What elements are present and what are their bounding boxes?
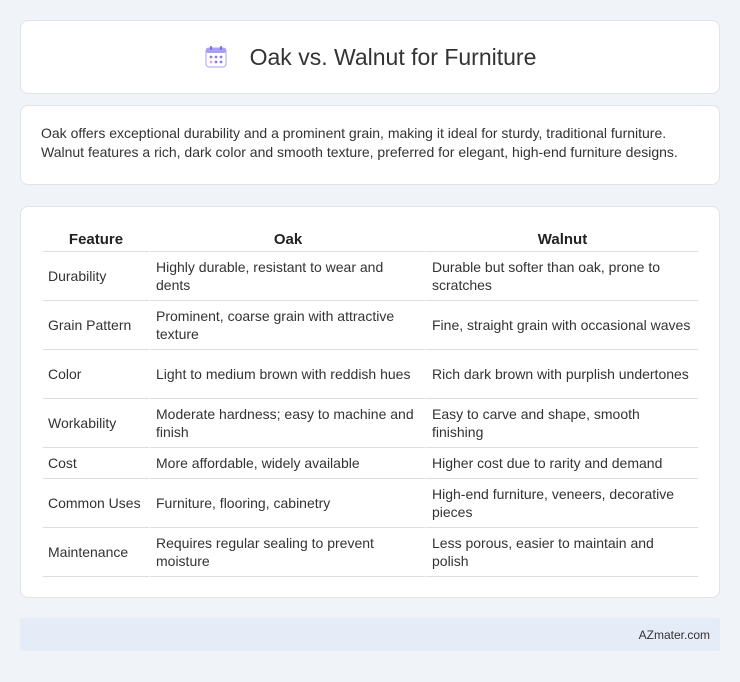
table-row: Grain Pattern Prominent, coarse grain wi… — [43, 301, 698, 350]
oak-cell: Moderate hardness; easy to machine and f… — [149, 399, 425, 448]
footer-site-link[interactable]: AZmater.com — [639, 628, 710, 642]
header-oak: Oak — [149, 227, 425, 252]
table-row: Cost More affordable, widely available H… — [43, 448, 698, 479]
feature-cell: Maintenance — [43, 528, 149, 577]
oak-cell: More affordable, widely available — [149, 448, 425, 479]
oak-cell: Highly durable, resistant to wear and de… — [149, 252, 425, 301]
feature-cell: Grain Pattern — [43, 301, 149, 350]
page-title: Oak vs. Walnut for Furniture — [249, 43, 537, 70]
comparison-card: Feature Oak Walnut Durability Highly dur… — [20, 206, 720, 598]
feature-cell: Common Uses — [43, 479, 149, 528]
header-feature: Feature — [43, 227, 149, 252]
table-header-row: Feature Oak Walnut — [43, 227, 698, 252]
oak-cell: Light to medium brown with reddish hues — [149, 350, 425, 399]
walnut-cell: Easy to carve and shape, smooth finishin… — [425, 399, 698, 448]
intro-card: Oak offers exceptional durability and a … — [20, 105, 720, 185]
table-row: Workability Moderate hardness; easy to m… — [43, 399, 698, 448]
table-row: Color Light to medium brown with reddish… — [43, 350, 698, 399]
title-card: Oak vs. Walnut for Furniture — [20, 20, 720, 94]
oak-cell: Requires regular sealing to prevent mois… — [149, 528, 425, 577]
walnut-cell: Durable but softer than oak, prone to sc… — [425, 252, 698, 301]
footer: AZmater.com — [20, 618, 720, 651]
walnut-cell: High-end furniture, veneers, decorative … — [425, 479, 698, 528]
walnut-cell: Less porous, easier to maintain and poli… — [425, 528, 698, 577]
calendar-icon — [205, 46, 227, 68]
walnut-cell: Higher cost due to rarity and demand — [425, 448, 698, 479]
feature-cell: Workability — [43, 399, 149, 448]
intro-text: Oak offers exceptional durability and a … — [41, 125, 678, 160]
feature-cell: Durability — [43, 252, 149, 301]
header-walnut: Walnut — [425, 227, 698, 252]
feature-cell: Cost — [43, 448, 149, 479]
oak-cell: Prominent, coarse grain with attractive … — [149, 301, 425, 350]
table-row: Maintenance Requires regular sealing to … — [43, 528, 698, 577]
table-row: Durability Highly durable, resistant to … — [43, 252, 698, 301]
oak-cell: Furniture, flooring, cabinetry — [149, 479, 425, 528]
walnut-cell: Fine, straight grain with occasional wav… — [425, 301, 698, 350]
feature-cell: Color — [43, 350, 149, 399]
table-row: Common Uses Furniture, flooring, cabinet… — [43, 479, 698, 528]
title-row: Oak vs. Walnut for Furniture — [204, 43, 537, 71]
walnut-cell: Rich dark brown with purplish undertones — [425, 350, 698, 399]
comparison-table: Feature Oak Walnut Durability Highly dur… — [43, 227, 698, 577]
